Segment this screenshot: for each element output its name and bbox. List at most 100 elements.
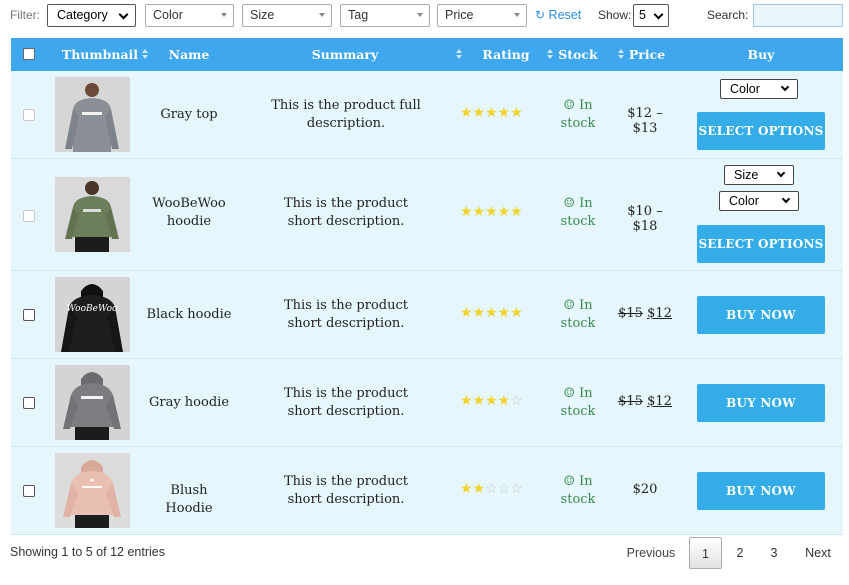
product-name[interactable]: Gray top [145, 106, 233, 124]
smiley-icon: ☺ [563, 298, 575, 313]
product-image [55, 453, 130, 528]
row-checkbox[interactable] [23, 397, 35, 409]
variant-color-value: Color [729, 194, 759, 208]
star-filled-icon: ★★★★★ [460, 105, 523, 121]
rating-stars: ★★★★★ [460, 305, 523, 321]
chevron-down-icon [776, 168, 786, 178]
column-name[interactable]: Name [145, 38, 233, 71]
row-checkbox[interactable] [23, 485, 35, 497]
product-price: $10 – $18 [627, 204, 663, 234]
column-stock-label: Stock [558, 47, 598, 62]
select-all-checkbox[interactable] [23, 48, 35, 60]
product-price: $12 – $13 [627, 106, 663, 136]
column-buy-label: Buy [747, 47, 775, 62]
size-filter-value: Size [250, 8, 275, 22]
product-thumbnail[interactable] [55, 365, 130, 440]
buy-now-button[interactable]: BUY NOW [697, 384, 825, 422]
rating-stars: ★★★★☆ [460, 393, 523, 409]
price-filter-value: Price [445, 8, 474, 22]
table-row: WooBeWoo hoodie This is the product shor… [11, 159, 843, 271]
smiley-icon: ☺ [563, 196, 575, 211]
variant-color-select[interactable]: Color [719, 191, 799, 211]
table-row: Gray top This is the product full descri… [11, 71, 843, 159]
reset-button[interactable]: ↻ Reset [535, 8, 581, 22]
price-original: $15 [618, 306, 643, 321]
product-price: $15 $12 [613, 306, 677, 321]
pagination-page-3[interactable]: 3 [760, 537, 788, 569]
search-label: Search: [707, 8, 749, 22]
product-name[interactable]: Black hoodie [145, 306, 233, 324]
tag-filter-select[interactable]: Tag [340, 4, 430, 27]
row-checkbox[interactable] [23, 210, 35, 222]
select-options-button[interactable]: SELECT OPTIONS [697, 225, 825, 263]
product-summary: This is the product short description. [284, 386, 408, 419]
select-options-button[interactable]: SELECT OPTIONS [697, 112, 825, 150]
column-price[interactable]: Price [623, 38, 671, 71]
product-image: WooBeWoo [55, 277, 130, 352]
rating-stars: ★★★★★ [460, 105, 523, 121]
table-row: Blush Hoodie This is the product short d… [11, 447, 843, 535]
page-length-select[interactable]: 5 [633, 4, 669, 27]
column-name-label: Name [168, 47, 210, 62]
price-sale: $12 [647, 394, 672, 409]
size-filter-select[interactable]: Size [242, 4, 332, 27]
pagination-page-1[interactable]: 1 [689, 537, 722, 569]
chevron-down-icon [781, 194, 791, 204]
column-thumbnail[interactable]: Thumbnail [55, 38, 145, 71]
smiley-icon: ☺ [563, 386, 575, 401]
color-filter-value: Color [153, 8, 183, 22]
product-thumbnail[interactable]: WooBeWoo [55, 277, 130, 352]
product-summary: This is the product full description. [271, 98, 421, 131]
buy-now-button[interactable]: BUY NOW [697, 296, 825, 334]
table-row: Gray hoodie This is the product short de… [11, 359, 843, 447]
product-image [55, 365, 130, 440]
rating-stars: ★★☆☆☆ [460, 481, 523, 497]
pagination-page-2[interactable]: 2 [726, 537, 754, 569]
column-summary-label: Summary [311, 47, 379, 62]
product-thumbnail[interactable] [55, 77, 130, 152]
buy-now-button[interactable]: BUY NOW [697, 472, 825, 510]
smiley-icon: ☺ [563, 98, 575, 113]
search-input[interactable] [753, 4, 843, 27]
product-summary: This is the product short description. [284, 474, 408, 507]
product-name[interactable]: Blush Hoodie [145, 482, 233, 518]
reset-label: Reset [548, 8, 582, 22]
pagination-previous[interactable]: Previous [619, 537, 683, 569]
product-summary: This is the product short description. [284, 298, 408, 331]
variant-size-select[interactable]: Size [724, 165, 794, 185]
column-rating-label: Rating [482, 47, 530, 62]
chevron-down-icon [221, 13, 227, 17]
product-thumbnail[interactable] [55, 177, 130, 252]
category-filter-value: Category [57, 8, 108, 22]
column-summary[interactable]: Summary [254, 38, 436, 71]
product-name[interactable]: WooBeWoo hoodie [145, 195, 233, 231]
variant-color-select[interactable]: Color [720, 79, 798, 99]
stock-status: ☺ In stock [547, 195, 609, 231]
column-rating[interactable]: Rating [466, 38, 546, 71]
row-checkbox[interactable] [23, 109, 35, 121]
tag-filter-value: Tag [348, 8, 369, 22]
category-filter-select[interactable]: Category [47, 4, 136, 27]
stock-status: ☺ In stock [547, 297, 609, 333]
chevron-down-icon [653, 9, 664, 20]
filter-label: Filter: [10, 8, 40, 22]
star-filled-icon: ★★★★★ [460, 204, 523, 220]
row-checkbox[interactable] [23, 309, 35, 321]
show-label: Show: [598, 8, 632, 22]
pagination-next[interactable]: Next [796, 537, 840, 569]
column-stock[interactable]: Stock [555, 38, 601, 71]
color-filter-select[interactable]: Color [145, 4, 234, 27]
table-info: Showing 1 to 5 of 12 entries [10, 545, 165, 559]
column-thumbnail-label: Thumbnail [61, 47, 139, 62]
price-filter-select[interactable]: Price [437, 4, 527, 27]
table-header: Thumbnail Name Summary Rating Stock Pric… [11, 38, 843, 71]
smiley-icon: ☺ [563, 474, 575, 489]
chevron-down-icon [118, 9, 129, 20]
column-price-label: Price [628, 47, 666, 62]
product-name[interactable]: Gray hoodie [145, 394, 233, 412]
star-filled-icon: ★★★★ [460, 393, 511, 409]
product-thumbnail[interactable] [55, 453, 130, 528]
chevron-down-icon [780, 82, 790, 92]
price-sale: $12 [647, 306, 672, 321]
products-table: Thumbnail Name Summary Rating Stock Pric… [11, 38, 843, 535]
